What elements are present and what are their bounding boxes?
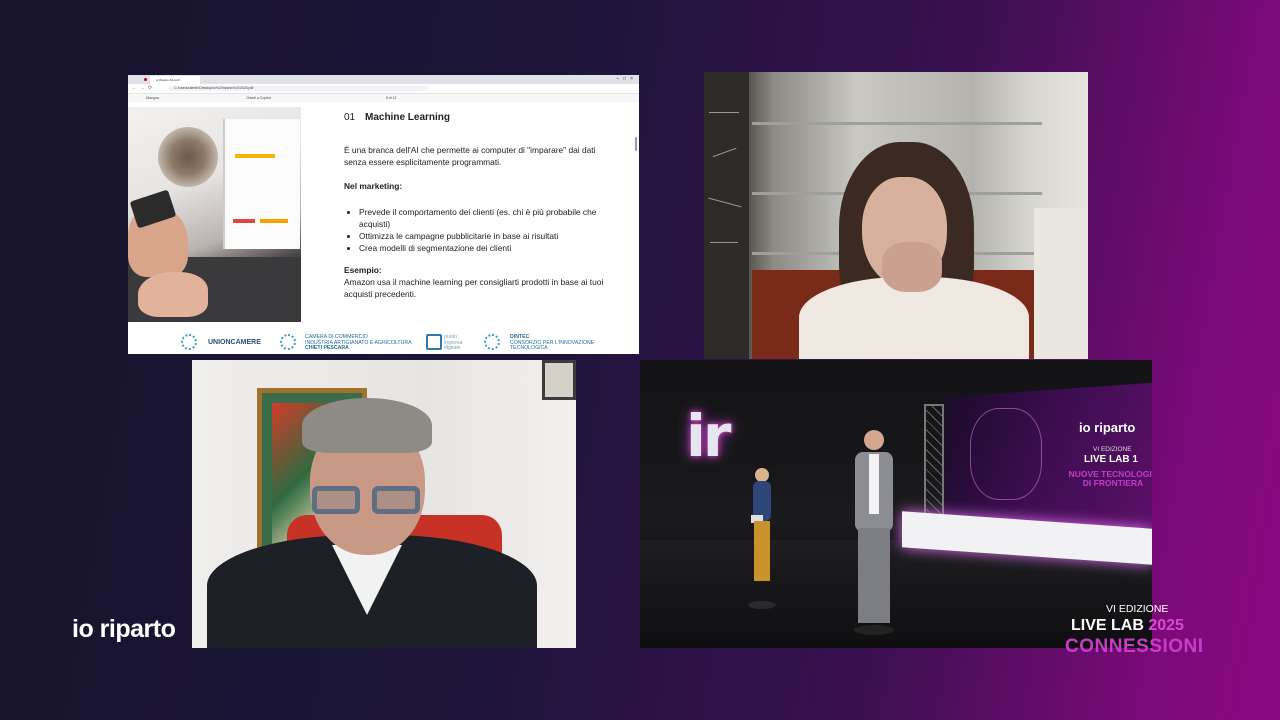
list-item: Crea modelli di segmentazione dei client…: [359, 242, 619, 254]
event-edition: VI EDIZIONE: [1106, 603, 1169, 615]
window-controls[interactable]: –□×: [616, 76, 637, 82]
pdf-scrollbar[interactable]: [635, 137, 637, 151]
slide-number: 01: [344, 112, 356, 123]
pdf-icon: [144, 78, 147, 81]
marketing-bullets: Prevede il comportamento dei clienti (es…: [344, 206, 619, 254]
wireframe-face: [970, 408, 1042, 500]
wall-theme: NUOVE TECNOLOGIE DI FRONTIERA: [1068, 469, 1152, 488]
punto-impresa-digitale-logo: punto impresa digitale: [444, 334, 463, 351]
page-counter[interactable]: 8 di 12: [386, 95, 397, 101]
slide-title: Machine Learning: [365, 112, 451, 123]
browser-address-bar: ←→⟳ C:/Users/utente/Desktop/io%20riparto…: [128, 84, 639, 94]
wall-brand: io riparto: [1079, 420, 1136, 435]
presenter-woman: [748, 468, 776, 609]
punto-impresa-digitale-icon: [426, 334, 442, 350]
blackboard: [704, 72, 749, 359]
nav-buttons[interactable]: ←→⟳: [132, 85, 155, 91]
wall-livelab: LIVE LAB 1: [1084, 454, 1138, 465]
io-riparto-logo: io riparto: [72, 615, 176, 643]
list-item: Ottimizza le campagne pubblicitarie in b…: [359, 230, 619, 242]
participant-video-woman: [704, 72, 1088, 359]
draw-button[interactable]: Disegna: [146, 95, 159, 101]
partner-logos: UNIONCAMERE CAMERA DI COMMERCIO INDUSTRI…: [128, 330, 639, 354]
browser-tab[interactable]: io Riparto AIH.pdf: [150, 76, 200, 84]
slide-intro: È una branca dell'AI che permette ai com…: [344, 145, 596, 167]
participant-video-man: [192, 360, 576, 648]
slide-photo: [128, 107, 301, 322]
browser-tab-bar: io Riparto AIH.pdf –□×: [128, 75, 639, 84]
studio-video: ir io riparto VI EDIZIONE LIVE LAB 1 NUO…: [640, 360, 1152, 648]
pdf-page: 01 Machine Learning È una branca dell'AI…: [128, 102, 639, 354]
address-field[interactable]: C:/Users/utente/Desktop/io%20riparto%202…: [168, 86, 428, 91]
marketing-heading: Nel marketing:: [344, 181, 403, 191]
unioncamere-logo: UNIONCAMERE: [208, 339, 261, 346]
camera-commercio-logo-icon: [280, 334, 296, 350]
list-item: Prevede il comportamento dei clienti (es…: [359, 206, 619, 230]
camera-commercio-logo: CAMERA DI COMMERCIO INDUSTRIA ARTIGIANAT…: [305, 334, 412, 351]
wall-edition: VI EDIZIONE: [1093, 446, 1132, 453]
example-heading: Esempio:: [344, 265, 382, 275]
dintec-logo: DINTEC CONSORZIO PER L'INNOVAZIONE TECNO…: [510, 334, 595, 351]
unioncamere-logo-icon: [181, 334, 197, 350]
screen-share-panel: io Riparto AIH.pdf –□× ←→⟳ C:/Users/uten…: [128, 75, 639, 354]
event-livelab: LIVE LAB 2025: [1071, 617, 1184, 634]
dintec-logo-icon: [484, 334, 500, 350]
example-text: Amazon usa il machine learning per consi…: [344, 277, 604, 299]
studio-ir-logo: ir: [686, 402, 732, 470]
event-theme: CONNESSIONI: [1065, 636, 1204, 657]
presenter-man: [854, 430, 894, 635]
copilot-button[interactable]: Chiedi a Copilot: [246, 95, 271, 101]
